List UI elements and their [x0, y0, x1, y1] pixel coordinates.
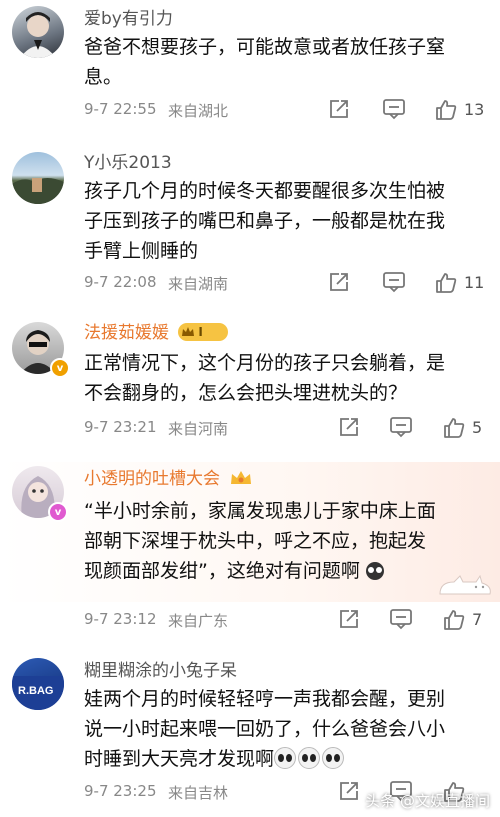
- comment-location: 来自湖北: [168, 102, 229, 120]
- comment-icon[interactable]: [389, 416, 413, 440]
- comment-4-footer-row: 9-7 23:12 来自广东 7: [0, 456, 500, 636]
- share-icon[interactable]: [338, 608, 360, 632]
- like-count: 7: [472, 610, 483, 629]
- comment-line: 说一小时起来喂一回奶了，什么爸爸会八小: [84, 718, 446, 740]
- thumbs-up-icon[interactable]: [442, 608, 466, 632]
- comment-text: 正常情况下，这个月份的孩子只会躺着，是 不会翻身的，怎么会把头埋进枕头的？: [84, 348, 489, 408]
- avatar-image: R.BAG: [12, 676, 64, 710]
- share-icon[interactable]: [328, 98, 350, 122]
- comment-line: 爸爸不想要孩子，可能故意或者放任孩子窒: [84, 36, 446, 58]
- comment-location: 来自广东: [168, 612, 229, 630]
- avatar-caption: R.BAG: [18, 685, 53, 697]
- like-count: 5: [472, 418, 483, 437]
- member-level: I: [198, 325, 203, 339]
- comment-line: 手臂上侧睡的: [84, 240, 199, 262]
- watermark: 头条 @文娱直播间: [365, 792, 490, 810]
- comment-text: 爸爸不想要孩子，可能故意或者放任孩子窒 息。: [84, 32, 489, 92]
- share-icon[interactable]: [338, 416, 360, 440]
- comment-line: 娃两个月的时候轻轻哼一声我都会醒，更别: [84, 688, 446, 710]
- crying-emoji-icon: [298, 747, 321, 769]
- comment-line: 子压到孩子的嘴巴和鼻子，一般都是枕在我: [84, 210, 446, 232]
- avatar[interactable]: [12, 6, 64, 58]
- comment-location: 来自河南: [168, 420, 229, 438]
- like-count: 11: [464, 273, 485, 292]
- comment-time: 9-7 23:25: [84, 782, 157, 800]
- username[interactable]: 糊里糊涂的小兔子呆: [84, 660, 237, 682]
- like-count: 13: [464, 100, 485, 119]
- avatar[interactable]: [12, 152, 64, 204]
- comment-1: 爱by有引力 爸爸不想要孩子，可能故意或者放任孩子窒 息。 9-7 22:55 …: [0, 0, 500, 130]
- comment-time: 9-7 23:21: [84, 418, 157, 436]
- member-level-badge: I: [178, 323, 229, 341]
- crying-emoji-icon: [322, 747, 345, 769]
- comment-line-text: 时睡到大天亮才发现啊: [84, 748, 275, 770]
- comment-2: Y小乐2013 孩子几个月的时候冬天都要醒很多次生怕被 子压到孩子的嘴巴和鼻子，…: [0, 140, 500, 300]
- share-icon[interactable]: [338, 780, 360, 804]
- comment-text: 娃两个月的时候轻轻哼一声我都会醒，更别 说一小时起来喂一回奶了，什么爸爸会八小 …: [84, 684, 489, 774]
- comment-line: 时睡到大天亮才发现啊: [84, 744, 489, 774]
- comment-footer: 9-7 22:55 来自湖北 13: [84, 98, 494, 122]
- comment-line: 不会翻身的，怎么会把头埋进枕头的？: [84, 382, 408, 404]
- crown-icon: [182, 327, 195, 336]
- thumbs-up-icon[interactable]: [442, 416, 466, 440]
- comment-time: 9-7 23:12: [84, 610, 157, 628]
- thumbs-up-icon[interactable]: [434, 98, 458, 122]
- username[interactable]: 爱by有引力: [84, 8, 173, 30]
- username[interactable]: Y小乐2013: [84, 152, 172, 174]
- comment-time: 9-7 22:08: [84, 273, 157, 291]
- username-text: 法援茹媛媛: [84, 323, 169, 343]
- comment-icon[interactable]: [382, 98, 406, 122]
- comment-text: 孩子几个月的时候冬天都要醒很多次生怕被 子压到孩子的嘴巴和鼻子，一般都是枕在我 …: [84, 176, 489, 266]
- comment-location: 来自湖南: [168, 275, 229, 293]
- username[interactable]: 法援茹媛媛 I: [84, 322, 229, 344]
- crying-emoji-icon: [274, 747, 297, 769]
- comment-location: 来自吉林: [168, 784, 229, 802]
- comment-3: v 法援茹媛媛 I 正常情况下，这个月份的孩子只会躺着，是 不会翻身的，怎么会把…: [0, 310, 500, 450]
- comment-line: 息。: [84, 66, 123, 88]
- avatar[interactable]: R.BAG: [12, 658, 64, 710]
- comment-line: 孩子几个月的时候冬天都要醒很多次生怕被: [84, 180, 446, 202]
- avatar-image: [20, 12, 56, 58]
- comment-footer: 9-7 22:08 来自湖南 11: [84, 271, 494, 295]
- share-icon[interactable]: [328, 271, 350, 295]
- comment-icon[interactable]: [382, 271, 406, 295]
- verified-badge-icon: v: [50, 358, 70, 378]
- comment-line: 正常情况下，这个月份的孩子只会躺着，是: [84, 352, 446, 374]
- comment-time: 9-7 22:55: [84, 100, 157, 118]
- thumbs-up-icon[interactable]: [434, 271, 458, 295]
- comment-icon[interactable]: [389, 608, 413, 632]
- avatar-image: [12, 178, 64, 204]
- comment-footer: 9-7 23:21 来自河南 5: [84, 416, 494, 440]
- comment-footer: 9-7 23:12 来自广东 7: [84, 608, 494, 632]
